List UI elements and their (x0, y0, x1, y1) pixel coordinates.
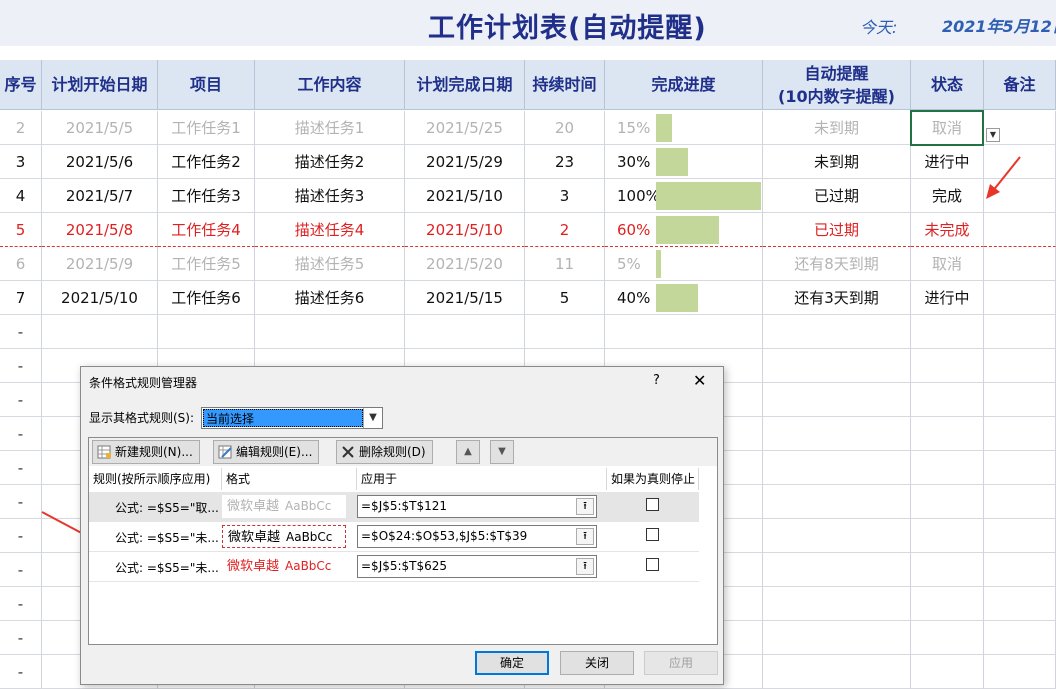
edit-rule-button[interactable]: 编辑规则(E)... (213, 440, 320, 464)
chevron-down-icon[interactable]: ▼ (363, 408, 382, 428)
col-rule-header: 规则(按所示顺序应用) (89, 468, 222, 490)
stop-if-true-checkbox[interactable] (646, 528, 659, 541)
rule-formula: 公式: =$S5="未... (115, 561, 219, 575)
delete-rule-button[interactable]: 删除规则(D) (336, 440, 433, 464)
ok-button[interactable]: 确定 (475, 651, 549, 675)
new-rule-icon (97, 445, 111, 459)
applies-to-value: =$J$5:$T$625 (361, 559, 448, 573)
rule-formula: 公式: =$S5="取... (115, 501, 219, 515)
applies-to-value: =$O$24:$O$53,$J$5:$T$39 (361, 529, 528, 543)
stop-if-true-checkbox[interactable] (646, 498, 659, 511)
format-preview-text: 微软卓越 (227, 499, 280, 514)
rule-row[interactable]: 公式: =$S5="未... 微软卓越 AaBbCc =$O$24:$O$53,$J$… (89, 522, 699, 552)
rules-toolbar: 新建规则(N)... 编辑规则(E)... 删除规则(D) ▲ ▼ (89, 438, 717, 466)
rule-row[interactable]: 公式: =$S5="取... 微软卓越 AaBbCc =$J$5:$T$121 ⭱ (89, 492, 699, 522)
help-button[interactable]: ? (653, 373, 660, 388)
format-preview-sample: AaBbCc (285, 499, 332, 513)
rule-formula: 公式: =$S5="未... (115, 531, 219, 545)
delete-icon (342, 446, 354, 458)
format-preview-sample: AaBbCc (286, 530, 333, 544)
show-rules-label: 显示其格式规则(S): (89, 411, 195, 425)
range-picker-icon[interactable]: ⭱ (576, 498, 594, 515)
col-format-header: 格式 (222, 468, 357, 490)
rule-format-preview[interactable]: 微软卓越 AaBbCc (222, 495, 346, 518)
col-applies-header: 应用于 (357, 468, 607, 490)
dialog-title: 条件格式规则管理器 (89, 376, 198, 390)
rule-row[interactable]: 公式: =$S5="未... 微软卓越 AaBbCc =$J$5:$T$625 ⭱ (89, 552, 699, 582)
close-icon[interactable]: ✕ (693, 371, 706, 390)
edit-rule-icon (218, 445, 232, 459)
move-down-button[interactable]: ▼ (490, 440, 514, 464)
delete-rule-label: 删除规则(D) (359, 445, 426, 459)
new-rule-button[interactable]: 新建规则(N)... (92, 440, 200, 464)
stop-if-true-checkbox[interactable] (646, 558, 659, 571)
show-rules-select[interactable]: 当前选择 ▼ (201, 407, 383, 429)
apply-button[interactable]: 应用 (644, 651, 718, 675)
rule-format-preview[interactable]: 微软卓越 AaBbCc (222, 525, 346, 548)
right-annotation-arrow (986, 156, 1021, 199)
new-rule-label: 新建规则(N)... (115, 445, 193, 459)
range-picker-icon[interactable]: ⭱ (576, 558, 594, 575)
range-picker-icon[interactable]: ⭱ (576, 528, 594, 545)
applies-to-input[interactable]: =$J$5:$T$121 ⭱ (357, 495, 597, 518)
format-preview-text: 微软卓越 (228, 530, 281, 545)
close-button[interactable]: 关闭 (560, 651, 634, 675)
conditional-format-dialog: 条件格式规则管理器 ? ✕ 显示其格式规则(S): 当前选择 ▼ 新建规则(N)… (80, 366, 724, 685)
edit-rule-label: 编辑规则(E)... (236, 445, 313, 459)
applies-to-input[interactable]: =$J$5:$T$625 ⭱ (357, 555, 597, 578)
rules-panel: 新建规则(N)... 编辑规则(E)... 删除规则(D) ▲ ▼ 规则(按所示… (88, 437, 718, 645)
format-preview-text: 微软卓越 (227, 559, 280, 574)
show-rules-value: 当前选择 (203, 409, 363, 427)
applies-to-value: =$J$5:$T$121 (361, 499, 448, 513)
col-stop-header: 如果为真则停止 (607, 468, 699, 490)
format-preview-sample: AaBbCc (285, 559, 332, 573)
applies-to-input[interactable]: =$O$24:$O$53,$J$5:$T$39 ⭱ (357, 525, 597, 548)
move-up-button[interactable]: ▲ (456, 440, 480, 464)
rule-format-preview[interactable]: 微软卓越 AaBbCc (222, 555, 346, 578)
